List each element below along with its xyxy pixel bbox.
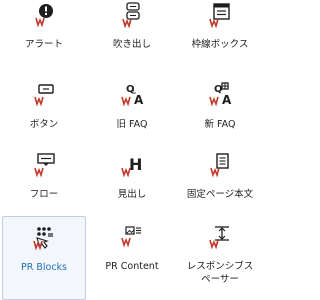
faq-old-icon: Q & A — [117, 82, 147, 108]
pr-content-icon — [117, 224, 147, 250]
block-label: 新 FAQ — [204, 119, 236, 130]
border-box-icon — [205, 2, 235, 28]
alert-icon — [29, 2, 59, 28]
responsive-spacer-icon — [205, 224, 235, 250]
block-speech-bubble[interactable]: 吹き出し — [88, 2, 176, 60]
faq-new-icon: Q A — [205, 82, 235, 108]
speech-bubble-icon — [117, 2, 147, 28]
block-label: 固定ページ本文 — [186, 189, 254, 200]
block-label: 見出し — [117, 189, 147, 200]
block-label: PR Blocks — [21, 262, 67, 273]
block-label: フロー — [29, 189, 59, 200]
block-label: 旧 FAQ — [116, 119, 148, 130]
svg-text:A: A — [134, 93, 144, 107]
svg-text:A: A — [222, 93, 232, 107]
block-heading[interactable]: H 見出し — [88, 152, 176, 210]
block-pr-blocks[interactable]: PR Blocks — [2, 216, 86, 300]
block-button[interactable]: ボタン — [0, 82, 88, 140]
block-label: PR Content — [105, 261, 159, 272]
block-label: 吹き出し — [112, 39, 151, 50]
block-responsive-spacer[interactable]: レスポンシブスペーサー — [176, 224, 264, 300]
block-fixed-page[interactable]: 固定ページ本文 — [176, 152, 264, 210]
block-pr-content[interactable]: PR Content — [88, 224, 176, 294]
heading-icon: H — [117, 152, 147, 178]
svg-text:H: H — [129, 155, 142, 174]
block-border-box[interactable]: 枠線ボックス — [176, 2, 264, 60]
pr-blocks-icon — [29, 225, 59, 251]
block-label: レスポンシブスペーサー — [186, 261, 254, 285]
block-faq-new[interactable]: Q A 新 FAQ — [176, 82, 264, 140]
flow-icon — [29, 152, 59, 178]
block-faq-old[interactable]: Q & A 旧 FAQ — [88, 82, 176, 140]
block-label: アラート — [24, 39, 63, 50]
block-label: 枠線ボックス — [191, 39, 249, 50]
button-icon — [29, 82, 59, 108]
block-alert[interactable]: アラート — [0, 2, 88, 60]
block-label: ボタン — [29, 119, 59, 130]
fixed-page-icon — [205, 152, 235, 178]
block-inserter-grid: アラート 吹き出し 枠線ボックス ボタン Q & A 旧 FAQ Q A 新 F… — [0, 0, 265, 300]
block-flow[interactable]: フロー — [0, 152, 88, 210]
